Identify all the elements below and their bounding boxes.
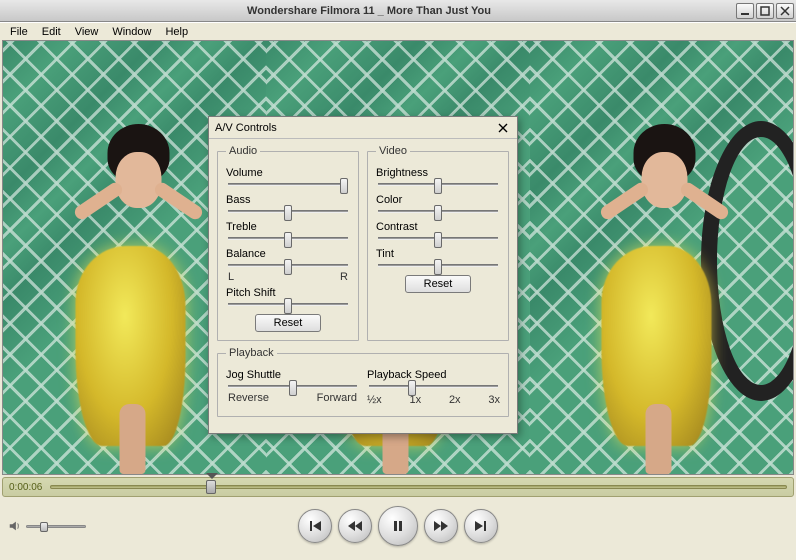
window-title: Wondershare Filmora 11 _ More Than Just …	[2, 5, 736, 17]
menu-help[interactable]: Help	[159, 25, 194, 39]
speed-slider[interactable]	[369, 385, 498, 388]
menu-file[interactable]: File	[4, 25, 34, 39]
contrast-knob[interactable]	[434, 232, 442, 248]
balance-right: R	[340, 271, 348, 283]
treble-knob[interactable]	[284, 232, 292, 248]
fast-forward-button[interactable]	[424, 509, 458, 543]
contrast-slider[interactable]	[378, 237, 498, 240]
jog-knob[interactable]	[289, 380, 297, 396]
title-bar: Wondershare Filmora 11 _ More Than Just …	[0, 0, 796, 22]
volume-slider[interactable]	[228, 183, 348, 186]
bass-knob[interactable]	[284, 205, 292, 221]
volume-thumb[interactable]	[40, 522, 48, 532]
speed-knob[interactable]	[408, 380, 416, 396]
jog-slider[interactable]	[228, 385, 357, 388]
seek-thumb[interactable]	[206, 480, 216, 494]
audio-reset-button[interactable]: Reset	[255, 314, 322, 332]
av-controls-dialog: A/V Controls Audio Volume Bass Treble Ba…	[208, 116, 518, 434]
speed-label: Playback Speed	[367, 369, 500, 381]
volume-track[interactable]	[26, 525, 86, 528]
volume-icon	[8, 519, 22, 533]
color-knob[interactable]	[434, 205, 442, 221]
video-legend: Video	[376, 145, 410, 157]
pause-button[interactable]	[378, 506, 418, 546]
pitch-knob[interactable]	[284, 298, 292, 314]
tint-knob[interactable]	[434, 259, 442, 275]
menu-bar: File Edit View Window Help	[0, 22, 796, 40]
menu-view[interactable]: View	[69, 25, 105, 39]
dialog-close-button[interactable]	[495, 121, 511, 135]
maximize-button[interactable]	[756, 3, 774, 19]
brightness-slider[interactable]	[378, 183, 498, 186]
minimize-button[interactable]	[736, 3, 754, 19]
treble-slider[interactable]	[228, 237, 348, 240]
volume-knob[interactable]	[340, 178, 348, 194]
video-reset-button[interactable]: Reset	[405, 275, 472, 293]
playback-legend: Playback	[226, 347, 277, 359]
rewind-button[interactable]	[338, 509, 372, 543]
bass-slider[interactable]	[228, 210, 348, 213]
audio-group: Audio Volume Bass Treble Balance LR Pitc…	[217, 145, 359, 341]
seek-bar[interactable]: 0:00:06	[2, 477, 794, 497]
dialog-titlebar[interactable]: A/V Controls	[209, 117, 517, 139]
speed-tick-3x: 3x	[488, 394, 500, 406]
balance-slider[interactable]	[228, 264, 348, 267]
audio-legend: Audio	[226, 145, 260, 157]
balance-left: L	[228, 271, 234, 283]
video-canvas: A/V Controls Audio Volume Bass Treble Ba…	[2, 40, 794, 475]
pitch-slider[interactable]	[228, 303, 348, 306]
next-track-button[interactable]	[464, 509, 498, 543]
menu-edit[interactable]: Edit	[36, 25, 67, 39]
speed-tick-half: ½x	[367, 394, 382, 406]
jog-forward: Forward	[317, 392, 357, 404]
video-group: Video Brightness Color Contrast Tint Res…	[367, 145, 509, 341]
balance-knob[interactable]	[284, 259, 292, 275]
playback-group: Playback Jog Shuttle ReverseForward Play…	[217, 347, 509, 417]
transport-controls	[0, 497, 796, 555]
volume-label: Volume	[226, 167, 350, 179]
speed-tick-2x: 2x	[449, 394, 461, 406]
color-slider[interactable]	[378, 210, 498, 213]
time-elapsed: 0:00:06	[9, 482, 42, 493]
prev-track-button[interactable]	[298, 509, 332, 543]
seek-track[interactable]	[50, 485, 787, 489]
jog-reverse: Reverse	[228, 392, 269, 404]
dialog-title: A/V Controls	[215, 122, 495, 134]
tint-slider[interactable]	[378, 264, 498, 267]
close-button[interactable]	[776, 3, 794, 19]
menu-window[interactable]: Window	[106, 25, 157, 39]
brightness-knob[interactable]	[434, 178, 442, 194]
